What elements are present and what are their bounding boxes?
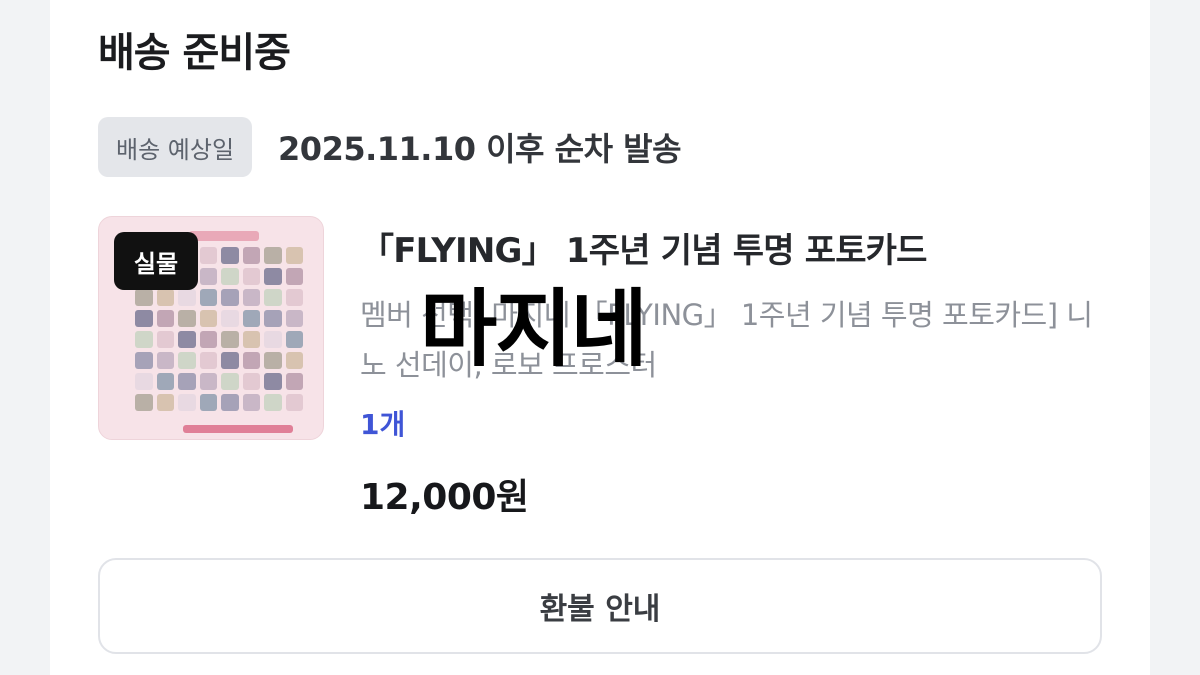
shipping-row: 배송 예상일 2025.11.10 이후 순차 발송 bbox=[98, 117, 682, 177]
photocard-cell bbox=[178, 289, 196, 306]
photocard-cell bbox=[178, 394, 196, 411]
thumbnail-footer-strip bbox=[183, 425, 293, 433]
photocard-cell bbox=[156, 373, 174, 390]
section-title: 배송 준비중 bbox=[98, 30, 291, 76]
photocard-cell bbox=[242, 352, 260, 369]
product-price: 12,000원 bbox=[360, 477, 529, 518]
photocard-cell bbox=[221, 310, 239, 327]
photocard-cell bbox=[264, 289, 282, 306]
photocard-cell bbox=[285, 268, 303, 285]
photocard-cell bbox=[199, 289, 217, 306]
photocard-cell bbox=[178, 352, 196, 369]
photocard-cell bbox=[178, 373, 196, 390]
photocard-cell bbox=[285, 289, 303, 306]
photocard-cell bbox=[221, 352, 239, 369]
photocard-cell bbox=[221, 394, 239, 411]
photocard-cell bbox=[199, 268, 217, 285]
photocard-cell bbox=[242, 373, 260, 390]
photocard-cell bbox=[264, 352, 282, 369]
photocard-cell bbox=[242, 247, 260, 264]
photocard-cell bbox=[178, 331, 196, 348]
photocard-cell bbox=[285, 310, 303, 327]
photocard-cell bbox=[135, 394, 153, 411]
photocard-cell bbox=[135, 373, 153, 390]
photocard-cell bbox=[264, 373, 282, 390]
photocard-cell bbox=[156, 331, 174, 348]
photocard-cell bbox=[199, 373, 217, 390]
photocard-cell bbox=[199, 394, 217, 411]
photocard-cell bbox=[135, 289, 153, 306]
photocard-cell bbox=[285, 352, 303, 369]
photocard-cell bbox=[135, 352, 153, 369]
photocard-cell bbox=[199, 331, 217, 348]
refund-info-button[interactable]: 환불 안내 bbox=[98, 558, 1102, 654]
photocard-cell bbox=[221, 331, 239, 348]
shipping-estimate-badge: 배송 예상일 bbox=[98, 117, 253, 177]
photocard-cell bbox=[264, 310, 282, 327]
photocard-cell bbox=[221, 289, 239, 306]
photocard-cell bbox=[264, 247, 282, 264]
photocard-cell bbox=[242, 268, 260, 285]
photocard-cell bbox=[285, 331, 303, 348]
photocard-cell bbox=[285, 394, 303, 411]
photocard-cell bbox=[242, 331, 260, 348]
photocard-cell bbox=[156, 289, 174, 306]
real-photo-badge: 실물 bbox=[114, 232, 198, 290]
thumbnail-header-strip bbox=[189, 231, 259, 241]
photocard-cell bbox=[242, 394, 260, 411]
photocard-cell bbox=[135, 310, 153, 327]
photocard-cell bbox=[199, 352, 217, 369]
photocard-cell bbox=[156, 394, 174, 411]
photocard-cell bbox=[285, 247, 303, 264]
photocard-cell bbox=[264, 394, 282, 411]
photocard-cell bbox=[135, 331, 153, 348]
photocard-cell bbox=[221, 268, 239, 285]
photocard-cell bbox=[264, 268, 282, 285]
photocard-cell bbox=[285, 373, 303, 390]
photocard-cell bbox=[156, 310, 174, 327]
product-quantity: 1개 bbox=[360, 408, 406, 441]
photocard-cell bbox=[156, 352, 174, 369]
photocard-cell bbox=[199, 310, 217, 327]
shipping-date-text: 2025.11.10 이후 순차 발송 bbox=[278, 130, 682, 168]
photocard-cell bbox=[221, 247, 239, 264]
photocard-cell bbox=[199, 247, 217, 264]
photocard-cell bbox=[178, 310, 196, 327]
watermark-text: 마지네 bbox=[420, 280, 648, 378]
photocard-cell bbox=[242, 310, 260, 327]
photocard-cell bbox=[221, 373, 239, 390]
photocard-cell bbox=[264, 331, 282, 348]
photocard-cell bbox=[242, 289, 260, 306]
